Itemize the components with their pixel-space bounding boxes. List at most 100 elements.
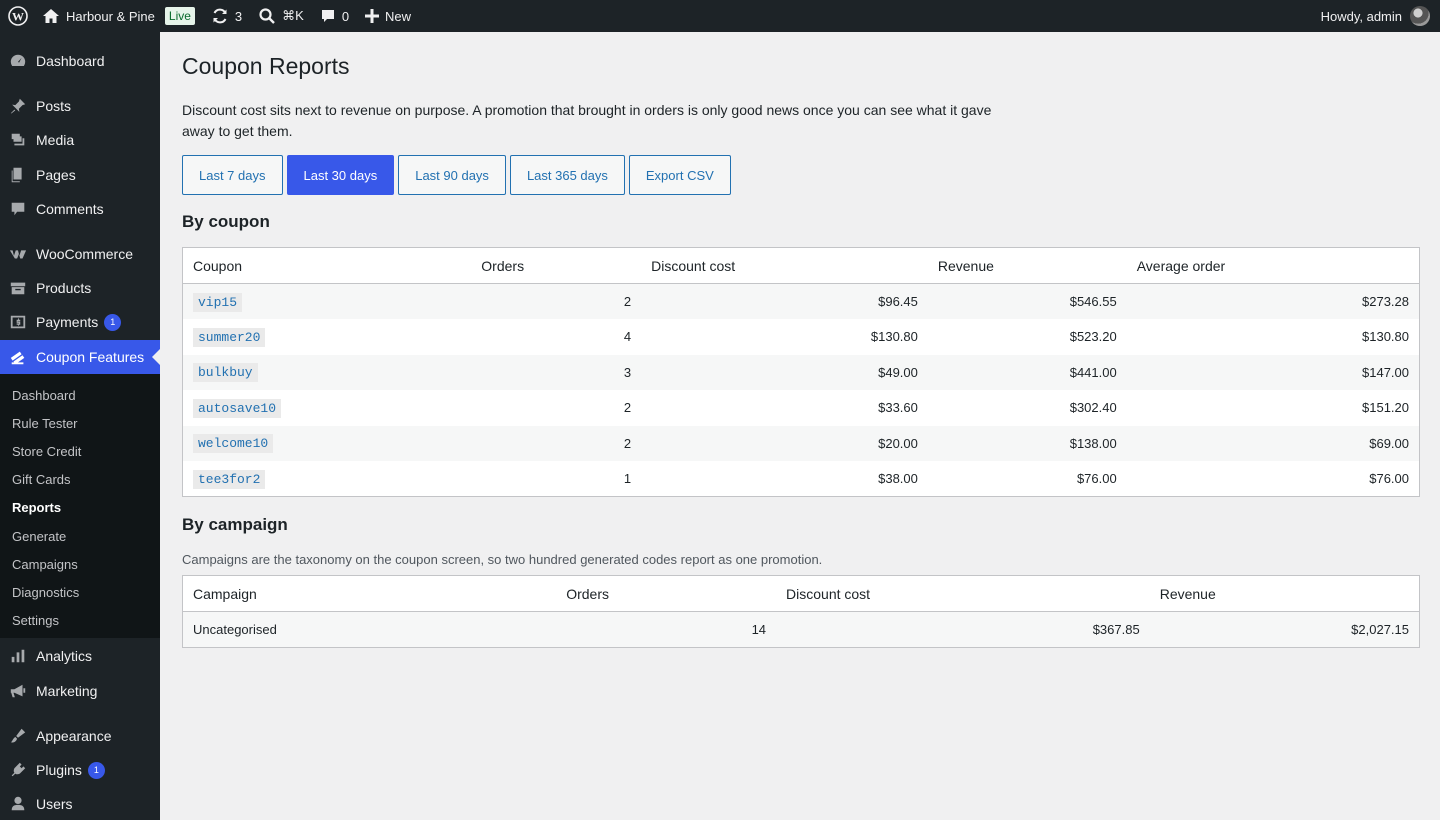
my-account-link[interactable]: Howdy, admin xyxy=(1313,0,1440,32)
submenu-dashboard[interactable]: Dashboard xyxy=(12,382,76,410)
menu-plugins[interactable]: Plugins 1 xyxy=(0,753,160,787)
menu-media[interactable]: Media xyxy=(0,123,160,157)
filter-last-90-days-button[interactable]: Last 90 days xyxy=(398,155,506,195)
table-row: bulkbuy 3 $49.00 $441.00 $147.00 xyxy=(182,354,1420,390)
average-cell: $147.00 xyxy=(1126,354,1420,390)
coupon-code-link[interactable]: vip15 xyxy=(193,292,243,312)
menu-payments[interactable]: Payments 1 xyxy=(0,305,160,339)
column-header: Revenue xyxy=(927,247,1127,284)
column-header: Coupon xyxy=(182,247,472,284)
orders-cell: 2 xyxy=(623,400,632,416)
average-cell: $76.00 xyxy=(1369,471,1409,486)
menu-appearance[interactable]: Appearance xyxy=(0,719,160,753)
menu-label: Analytics xyxy=(36,648,93,664)
discount-cell: $130.80 xyxy=(870,329,918,345)
user-icon xyxy=(0,795,36,813)
search-icon xyxy=(259,8,275,24)
coupon-cell: vip15 xyxy=(182,283,472,319)
media-icon xyxy=(0,131,36,149)
wordpress-logo-icon[interactable]: W xyxy=(0,0,36,32)
comment-icon xyxy=(0,200,36,218)
filter-last-365-days-button[interactable]: Last 365 days xyxy=(509,155,625,195)
menu-comments[interactable]: Comments xyxy=(0,192,160,226)
column-header: Discount cost xyxy=(641,247,928,284)
column-header: Orders xyxy=(556,575,777,612)
export-csv-button[interactable]: Export CSV xyxy=(628,155,731,195)
table-row: welcome10 2 $20.00 $138.00 $69.00 xyxy=(182,425,1420,461)
table-header-row: Campaign Orders Discount cost Revenue xyxy=(182,575,1420,612)
coupon-code-link[interactable]: tee3for2 xyxy=(193,469,266,489)
new-label: New xyxy=(385,8,412,24)
plus-icon xyxy=(365,9,380,23)
discount-cell: $367.85 xyxy=(776,611,1150,647)
menu-posts[interactable]: Posts xyxy=(0,89,160,123)
submenu-store-credit[interactable]: Store Credit xyxy=(12,438,81,466)
menu-label: Products xyxy=(36,280,92,296)
filter-last-7-days-button[interactable]: Last 7 days xyxy=(182,155,283,195)
pages-icon xyxy=(0,166,36,184)
archive-icon xyxy=(0,279,36,297)
column-header: Revenue xyxy=(1149,575,1420,612)
updates-count: 3 xyxy=(234,8,243,24)
orders-cell: 2 xyxy=(471,283,642,319)
coupon-code-link[interactable]: welcome10 xyxy=(193,434,274,454)
menu-label: Dashboard xyxy=(36,53,105,69)
by-campaign-heading: By campaign xyxy=(182,515,288,534)
updates-link[interactable]: 3 xyxy=(203,0,250,32)
submenu-gift-cards[interactable]: Gift Cards xyxy=(12,466,71,494)
submenu-reports[interactable]: Reports xyxy=(12,494,61,522)
payments-count-badge: 1 xyxy=(104,313,122,331)
menu-label: Marketing xyxy=(36,683,98,699)
plugin-icon xyxy=(0,761,36,779)
revenue-cell: $138.00 xyxy=(927,425,1127,461)
live-badge: Live xyxy=(164,7,195,25)
submenu-generate[interactable]: Generate xyxy=(12,523,66,551)
payments-icon xyxy=(0,313,36,331)
coupon-code-link[interactable]: bulkbuy xyxy=(193,363,258,383)
dashboard-icon xyxy=(0,52,36,70)
submenu-campaigns[interactable]: Campaigns xyxy=(12,551,78,579)
megaphone-icon xyxy=(0,682,36,700)
submenu-settings[interactable]: Settings xyxy=(12,607,59,635)
revenue-cell: $523.20 xyxy=(1069,329,1117,345)
filter-last-30-days-button[interactable]: Last 30 days xyxy=(286,155,395,195)
table-header-row: Coupon Orders Discount cost Revenue Aver… xyxy=(182,247,1420,284)
date-range-filters: Last 7 days Last 30 days Last 90 days La… xyxy=(182,155,731,195)
menu-woocommerce[interactable]: WooCommerce xyxy=(0,237,160,271)
menu-products[interactable]: Products xyxy=(0,271,160,305)
menu-marketing[interactable]: Marketing xyxy=(0,674,160,708)
submenu-rule-tester[interactable]: Rule Tester xyxy=(12,410,78,438)
svg-text:W: W xyxy=(12,10,24,24)
coupon-code-link[interactable]: autosave10 xyxy=(193,398,282,418)
menu-label: Pages xyxy=(36,167,76,183)
coupon-report-table: Coupon Orders Discount cost Revenue Aver… xyxy=(182,247,1420,497)
column-header: Discount cost xyxy=(776,575,1150,612)
page-title: Coupon Reports xyxy=(182,53,350,79)
comments-link[interactable]: 0 xyxy=(312,0,357,32)
by-campaign-description: Campaigns are the taxonomy on the coupon… xyxy=(182,552,823,567)
command-search-link[interactable]: ⌘K xyxy=(250,0,312,32)
table-row: autosave10 2 $33.60 $302.40 $151.20 xyxy=(183,390,1420,426)
menu-label: Coupon Features xyxy=(36,349,145,365)
site-name-link[interactable]: Harbour & Pine Live xyxy=(36,0,203,32)
table-row: tee3for2 1 $38.00 $76.00 $76.00 xyxy=(183,461,1420,497)
coupon-cell: autosave10 xyxy=(183,390,472,426)
coupon-cell: summer20 xyxy=(183,319,472,355)
campaign-cell: Uncategorised xyxy=(182,611,557,647)
menu-users[interactable]: Users xyxy=(0,787,160,820)
submenu-diagnostics[interactable]: Diagnostics xyxy=(12,579,79,607)
new-content-link[interactable]: New xyxy=(357,0,419,32)
orders-cell: 4 xyxy=(623,329,632,345)
plugins-count-badge: 1 xyxy=(87,761,105,779)
chart-icon xyxy=(0,647,36,665)
coupon-cell: tee3for2 xyxy=(183,461,472,497)
orders-cell: 1 xyxy=(623,471,632,486)
discount-cell: $38.00 xyxy=(878,471,918,486)
comments-count: 0 xyxy=(341,8,350,24)
coupon-code-link[interactable]: summer20 xyxy=(193,327,266,347)
menu-coupon-features[interactable]: Coupon Features xyxy=(0,340,160,374)
admin-sidebar: Dashboard Posts Media Pages Comments Woo… xyxy=(0,32,160,820)
menu-pages[interactable]: Pages xyxy=(0,158,160,192)
menu-dashboard[interactable]: Dashboard xyxy=(0,44,160,78)
menu-analytics[interactable]: Analytics xyxy=(0,639,160,673)
